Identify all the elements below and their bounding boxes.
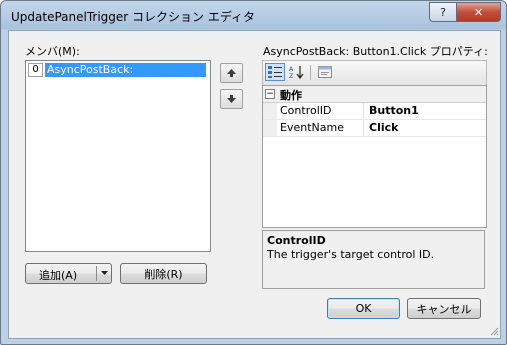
row-gutter [263, 120, 277, 136]
remove-button[interactable]: 削除(R) [120, 263, 207, 284]
item-text: AsyncPostBack: Button1.Click [45, 63, 206, 90]
column-divider [363, 103, 364, 119]
close-button[interactable]: ✕ [456, 2, 501, 22]
move-up-button[interactable] [220, 63, 243, 83]
property-pages-icon [318, 66, 332, 78]
ok-button[interactable]: OK [327, 298, 400, 319]
property-pages-button[interactable] [315, 63, 335, 81]
remove-label: 削除(R) [144, 267, 183, 281]
column-divider [363, 120, 364, 136]
row-gutter [263, 103, 277, 119]
title-bar[interactable]: UpdatePanelTrigger コレクション エディタ ? ✕ [1, 1, 506, 29]
add-button[interactable]: 追加(A) [25, 263, 112, 284]
collapse-icon[interactable]: − [265, 89, 275, 99]
description-text: The trigger's target control ID. [267, 248, 435, 261]
category-name: 動作 [280, 89, 302, 102]
toolbar-separator [310, 65, 311, 80]
alphabetical-icon: A Z [289, 66, 304, 79]
arrow-down-icon [227, 95, 236, 103]
add-label: 追加(A) [39, 269, 78, 282]
property-name: ControlID [280, 104, 332, 117]
cancel-button[interactable]: キャンセル [407, 298, 481, 319]
categorized-icon [268, 66, 282, 78]
members-list[interactable]: 0 AsyncPostBack: Button1.Click [25, 60, 211, 252]
window-title: UpdatePanelTrigger コレクション エディタ [11, 10, 256, 24]
arrow-up-icon [227, 69, 236, 77]
close-icon: ✕ [473, 5, 484, 19]
dropdown-arrow-icon[interactable] [101, 271, 108, 276]
category-row[interactable]: − 動作 [263, 86, 486, 103]
property-toolbar: A Z [262, 60, 487, 85]
categorized-button[interactable] [265, 63, 285, 81]
properties-label: AsyncPostBack: Button1.Click プロパティ: [263, 45, 488, 58]
alphabetical-button[interactable]: A Z [287, 63, 307, 81]
property-value[interactable]: Click [369, 121, 398, 134]
dialog-window: UpdatePanelTrigger コレクション エディタ ? ✕ メンバ(M… [0, 0, 507, 345]
property-value[interactable]: Button1 [369, 104, 419, 117]
dialog-client-area: メンバ(M): 0 AsyncPostBack: Button1.Click 追… [8, 30, 501, 339]
property-name: EventName [280, 121, 344, 134]
cancel-label: キャンセル [416, 302, 472, 316]
list-item[interactable]: 0 AsyncPostBack: Button1.Click [28, 63, 206, 90]
svg-text:A: A [289, 66, 294, 73]
property-row[interactable]: EventName Click [263, 120, 486, 137]
split-divider [96, 266, 97, 281]
property-row[interactable]: ControlID Button1 [263, 103, 486, 120]
item-index: 0 [28, 63, 43, 77]
help-icon: ? [440, 5, 446, 19]
svg-text:Z: Z [289, 73, 293, 79]
description-panel: ControlID The trigger's target control I… [262, 230, 485, 289]
members-label: メンバ(M): [25, 45, 80, 58]
description-title: ControlID [267, 234, 326, 247]
resize-grip-icon[interactable] [490, 327, 499, 336]
help-button[interactable]: ? [429, 2, 457, 22]
ok-label: OK [355, 302, 372, 315]
property-grid[interactable]: − 動作 ControlID Button1 EventName Click [262, 85, 487, 228]
move-down-button[interactable] [220, 89, 243, 109]
